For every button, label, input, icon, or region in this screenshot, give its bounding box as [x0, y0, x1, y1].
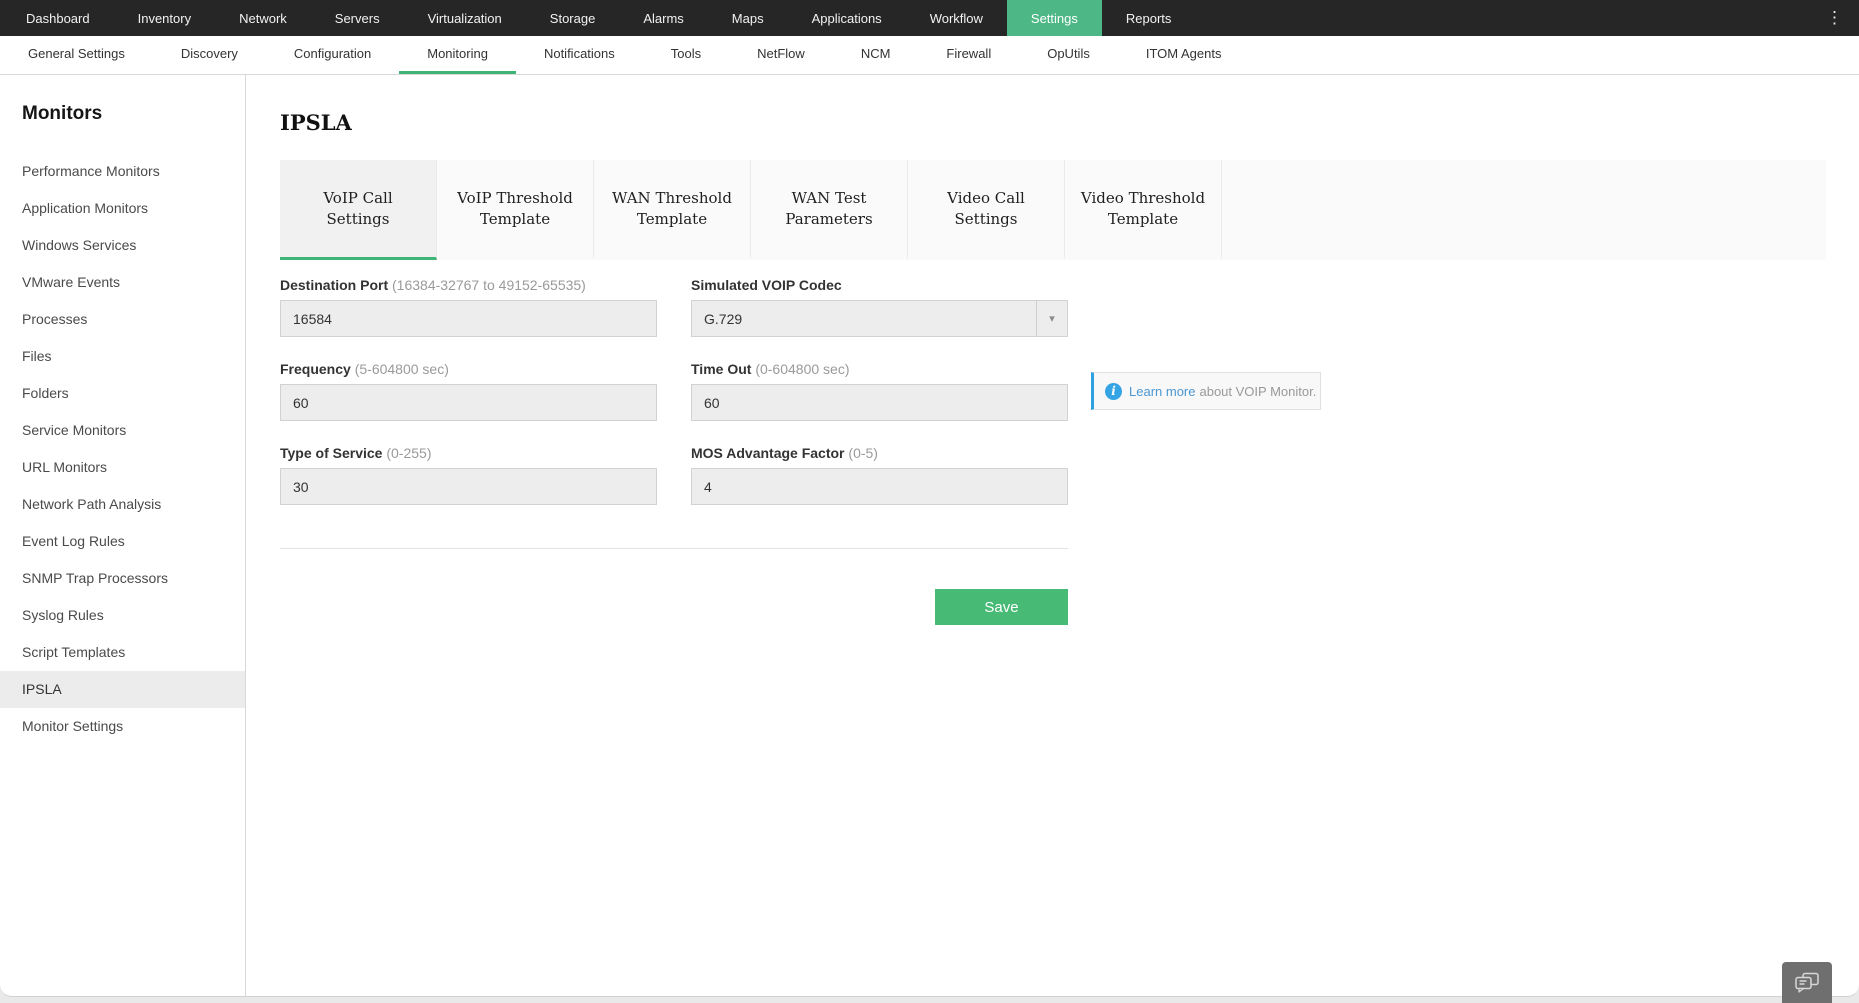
type-of-service-range-hint: (0-255): [386, 445, 432, 461]
voip-monitor-info-box: i Learn more about VOIP Monitor.: [1091, 372, 1321, 410]
subnav-item-monitoring[interactable]: Monitoring: [399, 36, 516, 74]
frequency-range-hint: (5-604800 sec): [354, 361, 449, 377]
sidebar-item-url-monitors[interactable]: URL Monitors: [0, 449, 245, 486]
field-destination-port: Destination Port (16384-32767 to 49152-6…: [280, 277, 657, 337]
mos-advantage-factor-input[interactable]: [691, 468, 1068, 505]
subnav-item-itom-agents[interactable]: ITOM Agents: [1118, 36, 1250, 74]
sidebar-item-syslog-rules[interactable]: Syslog Rules: [0, 597, 245, 634]
save-button[interactable]: Save: [935, 589, 1068, 625]
subnav-item-notifications[interactable]: Notifications: [516, 36, 643, 74]
sidebar-item-snmp-trap-processors[interactable]: SNMP Trap Processors: [0, 560, 245, 597]
nav-item-applications[interactable]: Applications: [788, 0, 906, 36]
frequency-label: Frequency (5-604800 sec): [280, 361, 449, 377]
mos-advantage-factor-label: MOS Advantage Factor (0-5): [691, 445, 878, 461]
kebab-menu-icon[interactable]: ⋮: [1810, 0, 1859, 36]
sidebar-title: Monitors: [22, 103, 103, 124]
sidebar-item-ipsla[interactable]: IPSLA: [0, 671, 245, 708]
info-text: about VOIP Monitor.: [1199, 383, 1317, 399]
field-frequency: Frequency (5-604800 sec): [280, 361, 657, 421]
sidebar-item-service-monitors[interactable]: Service Monitors: [0, 412, 245, 449]
sidebar-item-vmware-events[interactable]: VMware Events: [0, 264, 245, 301]
nav-item-maps[interactable]: Maps: [708, 0, 788, 36]
feedback-button[interactable]: [1782, 962, 1832, 1003]
sidebar-list: Performance Monitors Application Monitor…: [0, 153, 245, 745]
field-mos-advantage-factor: MOS Advantage Factor (0-5): [691, 445, 1068, 505]
nav-item-settings[interactable]: Settings: [1006, 0, 1102, 36]
simulated-voip-codec-select[interactable]: G.729 ▾: [691, 300, 1068, 337]
time-out-label: Time Out (0-604800 sec): [691, 361, 850, 377]
sidebar-item-files[interactable]: Files: [0, 338, 245, 375]
nav-item-storage[interactable]: Storage: [526, 0, 620, 36]
learn-more-link[interactable]: Learn more: [1129, 384, 1195, 399]
nav-item-workflow[interactable]: Workflow: [906, 0, 1007, 36]
type-of-service-label: Type of Service (0-255): [280, 445, 432, 461]
settings-sub-nav: General Settings Discovery Configuration…: [0, 36, 1859, 75]
sidebar-item-folders[interactable]: Folders: [0, 375, 245, 412]
sidebar-item-application-monitors[interactable]: Application Monitors: [0, 190, 245, 227]
field-type-of-service: Type of Service (0-255): [280, 445, 657, 505]
voip-call-settings-form: Destination Port (16384-32767 to 49152-6…: [280, 277, 1068, 505]
tab-voip-call-settings[interactable]: VoIP Call Settings: [280, 160, 437, 260]
sidebar-item-event-log-rules[interactable]: Event Log Rules: [0, 523, 245, 560]
monitors-sidebar: Monitors Performance Monitors Applicatio…: [0, 75, 246, 996]
subnav-item-ncm[interactable]: NCM: [833, 36, 919, 74]
ipsla-tabstrip: VoIP Call Settings VoIP Threshold Templa…: [280, 160, 1826, 260]
app-window: Dashboard Inventory Network Servers Virt…: [0, 0, 1859, 997]
sidebar-item-processes[interactable]: Processes: [0, 301, 245, 338]
subnav-item-discovery[interactable]: Discovery: [153, 36, 266, 74]
tab-video-threshold-template[interactable]: Video Threshold Template: [1065, 160, 1222, 260]
chat-bubbles-icon: [1794, 972, 1820, 994]
save-row: Save: [280, 589, 1068, 625]
simulated-voip-codec-value: G.729: [704, 310, 743, 327]
nav-item-virtualization[interactable]: Virtualization: [404, 0, 526, 36]
nav-item-alarms[interactable]: Alarms: [619, 0, 707, 36]
nav-item-network[interactable]: Network: [215, 0, 311, 36]
subnav-item-oputils[interactable]: OpUtils: [1019, 36, 1118, 74]
destination-port-input[interactable]: [280, 300, 657, 337]
tab-video-call-settings[interactable]: Video Call Settings: [908, 160, 1065, 260]
content-body: Monitors Performance Monitors Applicatio…: [0, 75, 1859, 996]
chevron-down-icon[interactable]: ▾: [1036, 301, 1067, 336]
ipsla-panel: IPSLA VoIP Call Settings VoIP Threshold …: [246, 75, 1859, 996]
top-nav: Dashboard Inventory Network Servers Virt…: [0, 0, 1859, 36]
sidebar-item-windows-services[interactable]: Windows Services: [0, 227, 245, 264]
page-title: IPSLA: [280, 110, 352, 135]
sidebar-item-monitor-settings[interactable]: Monitor Settings: [0, 708, 245, 745]
sidebar-item-network-path-analysis[interactable]: Network Path Analysis: [0, 486, 245, 523]
sidebar-item-performance-monitors[interactable]: Performance Monitors: [0, 153, 245, 190]
frequency-input[interactable]: [280, 384, 657, 421]
destination-port-label: Destination Port (16384-32767 to 49152-6…: [280, 277, 586, 293]
field-simulated-voip-codec: Simulated VOIP Codec G.729 ▾: [691, 277, 1068, 337]
type-of-service-input[interactable]: [280, 468, 657, 505]
time-out-range-hint: (0-604800 sec): [755, 361, 850, 377]
sidebar-item-script-templates[interactable]: Script Templates: [0, 634, 245, 671]
simulated-voip-codec-label: Simulated VOIP Codec: [691, 277, 842, 293]
destination-port-range-hint: (16384-32767 to 49152-65535): [392, 277, 586, 293]
nav-item-inventory[interactable]: Inventory: [114, 0, 215, 36]
time-out-input[interactable]: [691, 384, 1068, 421]
nav-item-servers[interactable]: Servers: [311, 0, 404, 36]
tab-wan-test-parameters[interactable]: WAN Test Parameters: [751, 160, 908, 260]
info-icon: i: [1105, 382, 1122, 400]
field-time-out: Time Out (0-604800 sec): [691, 361, 1068, 421]
form-divider: [280, 548, 1068, 549]
mos-advantage-factor-range-hint: (0-5): [848, 445, 878, 461]
subnav-item-netflow[interactable]: NetFlow: [729, 36, 833, 74]
subnav-item-tools[interactable]: Tools: [643, 36, 729, 74]
subnav-item-configuration[interactable]: Configuration: [266, 36, 399, 74]
tab-wan-threshold-template[interactable]: WAN Threshold Template: [594, 160, 751, 260]
page: Dashboard Inventory Network Servers Virt…: [0, 0, 1859, 1003]
tab-voip-threshold-template[interactable]: VoIP Threshold Template: [437, 160, 594, 260]
subnav-item-firewall[interactable]: Firewall: [918, 36, 1019, 74]
nav-item-dashboard[interactable]: Dashboard: [2, 0, 114, 36]
nav-item-reports[interactable]: Reports: [1102, 0, 1196, 36]
subnav-item-general-settings[interactable]: General Settings: [0, 36, 153, 74]
